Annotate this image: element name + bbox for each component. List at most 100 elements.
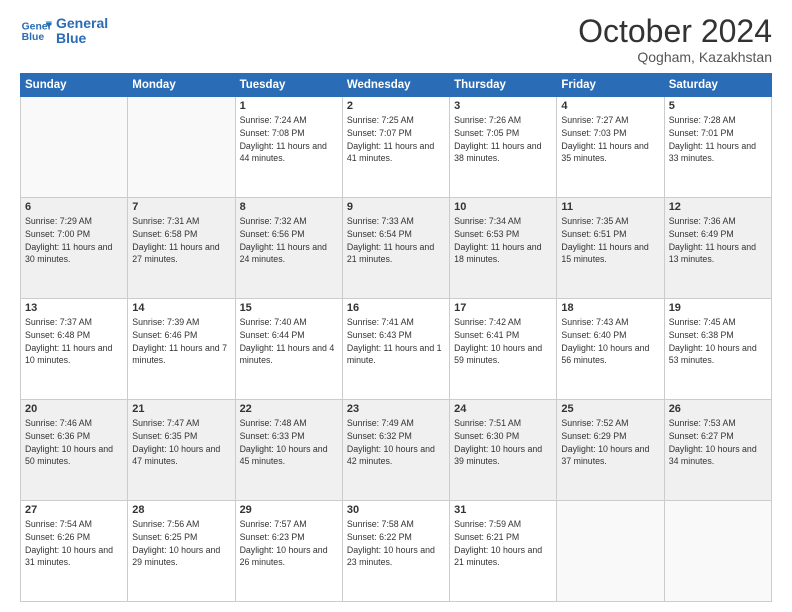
calendar-cell: 17 Sunrise: 7:42 AMSunset: 6:41 PMDayligh… (450, 299, 557, 400)
day-info: Sunrise: 7:31 AMSunset: 6:58 PMDaylight:… (132, 215, 230, 266)
weekday-header-friday: Friday (557, 74, 664, 97)
calendar-cell: 3 Sunrise: 7:26 AMSunset: 7:05 PMDaylight… (450, 97, 557, 198)
day-info: Sunrise: 7:48 AMSunset: 6:33 PMDaylight:… (240, 417, 338, 468)
day-number: 21 (132, 403, 230, 415)
day-number: 18 (561, 302, 659, 314)
calendar-cell: 20Sunrise: 7:46 AMSunset: 6:36 PMDayligh… (21, 400, 128, 501)
day-number: 3 (454, 100, 552, 112)
calendar-cell: 12 Sunrise: 7:36 AMSunset: 6:49 PMDayligh… (664, 198, 771, 299)
day-info: Sunrise: 7:25 AMSunset: 7:07 PMDaylight:… (347, 114, 445, 165)
calendar-cell: 11 Sunrise: 7:35 AMSunset: 6:51 PMDayligh… (557, 198, 664, 299)
day-number: 22 (240, 403, 338, 415)
calendar-cell: 18Sunrise: 7:43 AMSunset: 6:40 PMDayligh… (557, 299, 664, 400)
day-number: 7 (132, 201, 230, 213)
calendar-cell: 14Sunrise: 7:39 AMSunset: 6:46 PMDayligh… (128, 299, 235, 400)
calendar-cell: 29 Sunrise: 7:57 AMSunset: 6:23 PMDayligh… (235, 501, 342, 602)
day-info: Sunrise: 7:34 AMSunset: 6:53 PMDaylight:… (454, 215, 552, 266)
day-info: Sunrise: 7:42 AMSunset: 6:41 PMDaylight:… (454, 316, 552, 367)
calendar-table: SundayMondayTuesdayWednesdayThursdayFrid… (20, 73, 772, 602)
day-number: 31 (454, 504, 552, 516)
day-info: Sunrise: 7:53 AMSunset: 6:27 PMDaylight:… (669, 417, 767, 468)
month-title: October 2024 (578, 15, 772, 47)
day-info: Sunrise: 7:41 AMSunset: 6:43 PMDaylight:… (347, 316, 445, 367)
day-info: Sunrise: 7:46 AMSunset: 6:36 PMDaylight:… (25, 417, 123, 468)
calendar-cell: 10Sunrise: 7:34 AMSunset: 6:53 PMDayligh… (450, 198, 557, 299)
calendar-cell: 16 Sunrise: 7:41 AMSunset: 6:43 PMDayligh… (342, 299, 449, 400)
calendar-cell: 23 Sunrise: 7:49 AMSunset: 6:32 PMDayligh… (342, 400, 449, 501)
day-info: Sunrise: 7:49 AMSunset: 6:32 PMDaylight:… (347, 417, 445, 468)
calendar-week-row: 27 Sunrise: 7:54 AMSunset: 6:26 PMDayligh… (21, 501, 772, 602)
calendar-cell (128, 97, 235, 198)
day-number: 16 (347, 302, 445, 314)
calendar-cell: 22 Sunrise: 7:48 AMSunset: 6:33 PMDayligh… (235, 400, 342, 501)
day-number: 29 (240, 504, 338, 516)
calendar-cell: 15Sunrise: 7:40 AMSunset: 6:44 PMDayligh… (235, 299, 342, 400)
day-info: Sunrise: 7:32 AMSunset: 6:56 PMDaylight:… (240, 215, 338, 266)
day-info: Sunrise: 7:59 AMSunset: 6:21 PMDaylight:… (454, 518, 552, 569)
calendar-cell: 4 Sunrise: 7:27 AMSunset: 7:03 PMDaylight… (557, 97, 664, 198)
day-info: Sunrise: 7:28 AMSunset: 7:01 PMDaylight:… (669, 114, 767, 165)
calendar-week-row: 20Sunrise: 7:46 AMSunset: 6:36 PMDayligh… (21, 400, 772, 501)
day-info: Sunrise: 7:39 AMSunset: 6:46 PMDaylight:… (132, 316, 230, 367)
day-number: 4 (561, 100, 659, 112)
weekday-header-tuesday: Tuesday (235, 74, 342, 97)
calendar-cell: 21 Sunrise: 7:47 AMSunset: 6:35 PMDayligh… (128, 400, 235, 501)
calendar-cell: 26 Sunrise: 7:53 AMSunset: 6:27 PMDayligh… (664, 400, 771, 501)
day-info: Sunrise: 7:45 AMSunset: 6:38 PMDaylight:… (669, 316, 767, 367)
day-number: 8 (240, 201, 338, 213)
calendar-cell: 5 Sunrise: 7:28 AMSunset: 7:01 PMDaylight… (664, 97, 771, 198)
calendar-week-row: 1Sunrise: 7:24 AMSunset: 7:08 PMDaylight… (21, 97, 772, 198)
day-info: Sunrise: 7:51 AMSunset: 6:30 PMDaylight:… (454, 417, 552, 468)
weekday-header-thursday: Thursday (450, 74, 557, 97)
calendar-week-row: 13Sunrise: 7:37 AMSunset: 6:48 PMDayligh… (21, 299, 772, 400)
day-info: Sunrise: 7:47 AMSunset: 6:35 PMDaylight:… (132, 417, 230, 468)
day-number: 2 (347, 100, 445, 112)
logo-line1: General (56, 16, 108, 31)
day-number: 27 (25, 504, 123, 516)
day-info: Sunrise: 7:33 AMSunset: 6:54 PMDaylight:… (347, 215, 445, 266)
weekday-header-monday: Monday (128, 74, 235, 97)
calendar-cell (557, 501, 664, 602)
calendar-cell: 25Sunrise: 7:52 AMSunset: 6:29 PMDayligh… (557, 400, 664, 501)
day-number: 12 (669, 201, 767, 213)
day-info: Sunrise: 7:58 AMSunset: 6:22 PMDaylight:… (347, 518, 445, 569)
day-number: 24 (454, 403, 552, 415)
weekday-header-saturday: Saturday (664, 74, 771, 97)
day-info: Sunrise: 7:36 AMSunset: 6:49 PMDaylight:… (669, 215, 767, 266)
day-number: 17 (454, 302, 552, 314)
day-number: 15 (240, 302, 338, 314)
weekday-header-sunday: Sunday (21, 74, 128, 97)
day-info: Sunrise: 7:35 AMSunset: 6:51 PMDaylight:… (561, 215, 659, 266)
calendar-cell: 19Sunrise: 7:45 AMSunset: 6:38 PMDayligh… (664, 299, 771, 400)
day-info: Sunrise: 7:56 AMSunset: 6:25 PMDaylight:… (132, 518, 230, 569)
title-area: October 2024 Qogham, Kazakhstan (578, 15, 772, 65)
day-number: 1 (240, 100, 338, 112)
day-info: Sunrise: 7:27 AMSunset: 7:03 PMDaylight:… (561, 114, 659, 165)
calendar-cell: 9 Sunrise: 7:33 AMSunset: 6:54 PMDaylight… (342, 198, 449, 299)
calendar-cell: 27 Sunrise: 7:54 AMSunset: 6:26 PMDayligh… (21, 501, 128, 602)
day-number: 11 (561, 201, 659, 213)
weekday-header-wednesday: Wednesday (342, 74, 449, 97)
calendar-cell (21, 97, 128, 198)
day-number: 6 (25, 201, 123, 213)
calendar-cell: 31 Sunrise: 7:59 AMSunset: 6:21 PMDayligh… (450, 501, 557, 602)
calendar-cell: 7 Sunrise: 7:31 AMSunset: 6:58 PMDaylight… (128, 198, 235, 299)
calendar-cell: 8 Sunrise: 7:32 AMSunset: 6:56 PMDaylight… (235, 198, 342, 299)
day-number: 23 (347, 403, 445, 415)
calendar-cell: 28Sunrise: 7:56 AMSunset: 6:25 PMDayligh… (128, 501, 235, 602)
day-info: Sunrise: 7:57 AMSunset: 6:23 PMDaylight:… (240, 518, 338, 569)
calendar-week-row: 6Sunrise: 7:29 AMSunset: 7:00 PMDaylight… (21, 198, 772, 299)
svg-text:Blue: Blue (22, 32, 45, 43)
day-number: 5 (669, 100, 767, 112)
logo-line2: Blue (56, 31, 108, 46)
day-number: 9 (347, 201, 445, 213)
day-info: Sunrise: 7:52 AMSunset: 6:29 PMDaylight:… (561, 417, 659, 468)
page: General Blue General Blue October 2024 Q… (0, 0, 792, 612)
day-number: 26 (669, 403, 767, 415)
logo-text: General Blue (56, 16, 108, 47)
calendar-cell: 2 Sunrise: 7:25 AMSunset: 7:07 PMDaylight… (342, 97, 449, 198)
weekday-header-row: SundayMondayTuesdayWednesdayThursdayFrid… (21, 74, 772, 97)
logo-icon: General Blue (20, 15, 52, 47)
day-info: Sunrise: 7:54 AMSunset: 6:26 PMDaylight:… (25, 518, 123, 569)
day-info: Sunrise: 7:26 AMSunset: 7:05 PMDaylight:… (454, 114, 552, 165)
